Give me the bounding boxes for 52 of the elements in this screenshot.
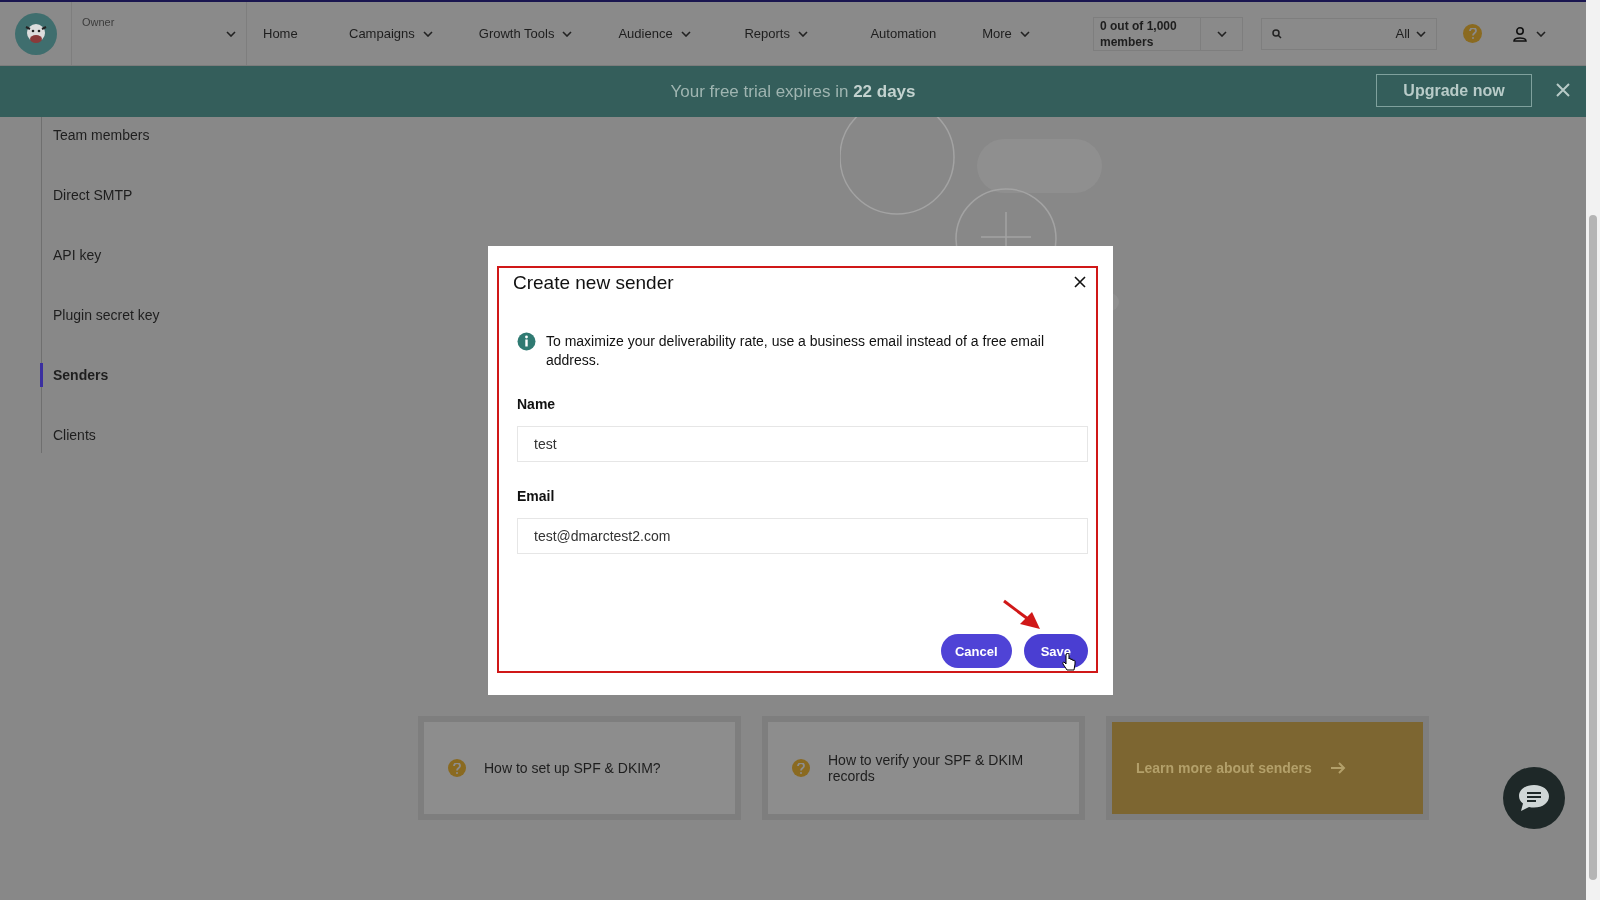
nav-menu-item[interactable]: Home — [263, 26, 303, 41]
input-field[interactable]: test@dmarctest2.com — [517, 518, 1088, 554]
chevron-down-icon — [797, 30, 808, 37]
chat-bubble-icon — [1517, 783, 1551, 813]
dialog-title: Create new sender — [513, 272, 674, 294]
chevron-down-icon — [1216, 30, 1227, 37]
sidebar-item[interactable]: Team members — [40, 123, 242, 147]
sidebar-item[interactable]: Clients — [40, 423, 242, 447]
account-switcher[interactable]: Owner — [71, 2, 247, 65]
trial-message: Your free trial expires in 22 days — [670, 81, 916, 102]
chevron-down-icon — [1536, 30, 1546, 37]
chevron-down-icon — [1416, 30, 1426, 37]
scroll-bar[interactable] — [1586, 0, 1600, 900]
upgrade-button[interactable]: Upgrade now — [1376, 74, 1532, 107]
nav-menu-item[interactable]: Campaigns — [349, 26, 433, 41]
cow-icon — [23, 21, 49, 46]
logo[interactable] — [15, 12, 57, 55]
sidebar-item[interactable]: Direct SMTP — [40, 183, 242, 207]
nav-menu-item[interactable]: Automation — [870, 26, 937, 41]
nav-menu-item[interactable]: Audience — [618, 26, 699, 41]
arrow-right-icon — [1329, 761, 1346, 775]
sidebar-item[interactable]: API key — [40, 243, 242, 267]
nav-menu-item[interactable]: More — [982, 26, 1063, 41]
chevron-down-icon — [1019, 30, 1030, 37]
chevron-down-icon — [226, 30, 236, 37]
question-icon — [792, 759, 810, 777]
sidebar-item[interactable]: Plugin secret key — [40, 303, 242, 327]
chevron-down-icon — [562, 30, 573, 37]
chevron-down-icon — [422, 30, 433, 37]
members-dropdown[interactable]: 0 out of 1,000 members — [1093, 16, 1243, 51]
user-menu[interactable] — [1512, 25, 1546, 42]
save-button[interactable]: Save — [1023, 634, 1088, 668]
user-icon — [1512, 25, 1528, 42]
field-label: Email — [516, 488, 556, 504]
search-icon — [1272, 28, 1282, 39]
notice-text: To maximize your deliverability rate, use a business email instead of a free email address. — [546, 332, 1045, 370]
sidebar-item[interactable]: Senders — [40, 363, 242, 387]
search-field[interactable]: All — [1261, 17, 1437, 50]
cancel-button[interactable]: Cancel — [941, 634, 1012, 668]
chevron-down-icon — [680, 30, 691, 37]
pointer-arrow — [1002, 599, 1042, 631]
help-card[interactable]: How to set up SPF & DKIM? — [418, 716, 741, 820]
field-label: Name — [516, 396, 557, 412]
nav-menu-item[interactable]: Growth Tools — [478, 26, 573, 41]
close-icon — [1074, 276, 1086, 288]
close-icon[interactable] — [1556, 83, 1570, 97]
input-field[interactable]: test — [517, 426, 1088, 462]
question-icon — [448, 759, 466, 777]
nav-menu-item[interactable]: Reports — [744, 26, 825, 41]
info-icon — [517, 332, 536, 351]
help-card[interactable]: How to verify your SPF & DKIM records — [762, 716, 1085, 820]
account-role: Owner — [82, 16, 115, 28]
